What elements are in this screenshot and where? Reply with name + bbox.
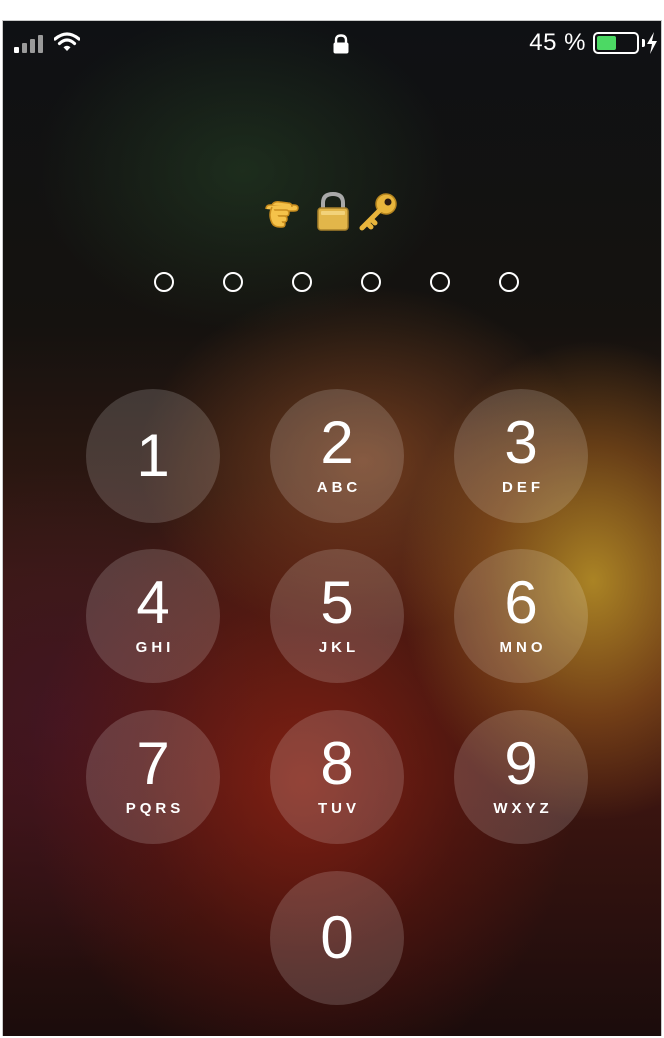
passcode-dot bbox=[223, 272, 243, 292]
passcode-dot bbox=[499, 272, 519, 292]
key-digit: 2 bbox=[320, 409, 354, 476]
passcode-dot bbox=[430, 272, 450, 292]
status-bar: 45 % bbox=[3, 21, 661, 65]
lock-icon bbox=[332, 34, 350, 59]
passcode-dots bbox=[3, 272, 661, 296]
key-0[interactable]: 0 bbox=[270, 871, 404, 1005]
key-letters: WXYZ bbox=[493, 800, 553, 817]
key-letters: PQRS bbox=[125, 800, 185, 817]
key-3[interactable]: 3 DEF bbox=[454, 389, 588, 523]
key-2[interactable]: 2 ABC bbox=[270, 389, 404, 523]
key-digit: 3 bbox=[504, 409, 538, 476]
key-5[interactable]: 5 JKL bbox=[270, 549, 404, 683]
bolt-icon bbox=[645, 31, 659, 60]
key-digit: 5 bbox=[320, 569, 354, 636]
key-1[interactable]: 1 bbox=[86, 389, 220, 523]
passcode-dot bbox=[361, 272, 381, 292]
key-letters: MNO bbox=[499, 639, 547, 656]
key-letters: GHI bbox=[135, 639, 175, 656]
key-7[interactable]: 7 PQRS bbox=[86, 710, 220, 844]
key-8[interactable]: 8 TUV bbox=[270, 710, 404, 844]
key-digit: 1 bbox=[136, 422, 170, 489]
pointing-hand-icon bbox=[264, 201, 314, 228]
cellular-signal-icon bbox=[14, 33, 50, 53]
key-digit: 8 bbox=[320, 730, 354, 797]
key-9[interactable]: 9 WXYZ bbox=[454, 710, 588, 844]
passcode-dot bbox=[292, 272, 312, 292]
lock-screen: 45 % 1 2 ABC 3 DEF 4 GHI 5 JKL 6 MNO 7 P… bbox=[2, 20, 662, 1036]
key-letters: TUV bbox=[318, 800, 360, 817]
key-icon bbox=[356, 193, 400, 231]
key-digit: 9 bbox=[504, 730, 538, 797]
battery-level-fill bbox=[597, 36, 616, 50]
battery-icon bbox=[593, 32, 639, 54]
key-letters: JKL bbox=[318, 639, 360, 656]
passcode-dot bbox=[154, 272, 174, 292]
device-frame: 45 % 1 2 ABC 3 DEF 4 GHI 5 JKL 6 MNO 7 P… bbox=[0, 0, 664, 1038]
key-letters: DEF bbox=[502, 479, 544, 496]
key-6[interactable]: 6 MNO bbox=[454, 549, 588, 683]
key-digit: 0 bbox=[320, 904, 354, 971]
passcode-title bbox=[3, 191, 661, 241]
key-4[interactable]: 4 GHI bbox=[86, 549, 220, 683]
key-digit: 7 bbox=[136, 730, 170, 797]
wifi-icon bbox=[53, 31, 81, 58]
locked-padlock-icon bbox=[314, 191, 356, 231]
key-digit: 6 bbox=[504, 569, 538, 636]
key-letters: ABC bbox=[316, 479, 362, 496]
battery-percentage: 45 % bbox=[529, 29, 586, 56]
key-digit: 4 bbox=[136, 569, 170, 636]
